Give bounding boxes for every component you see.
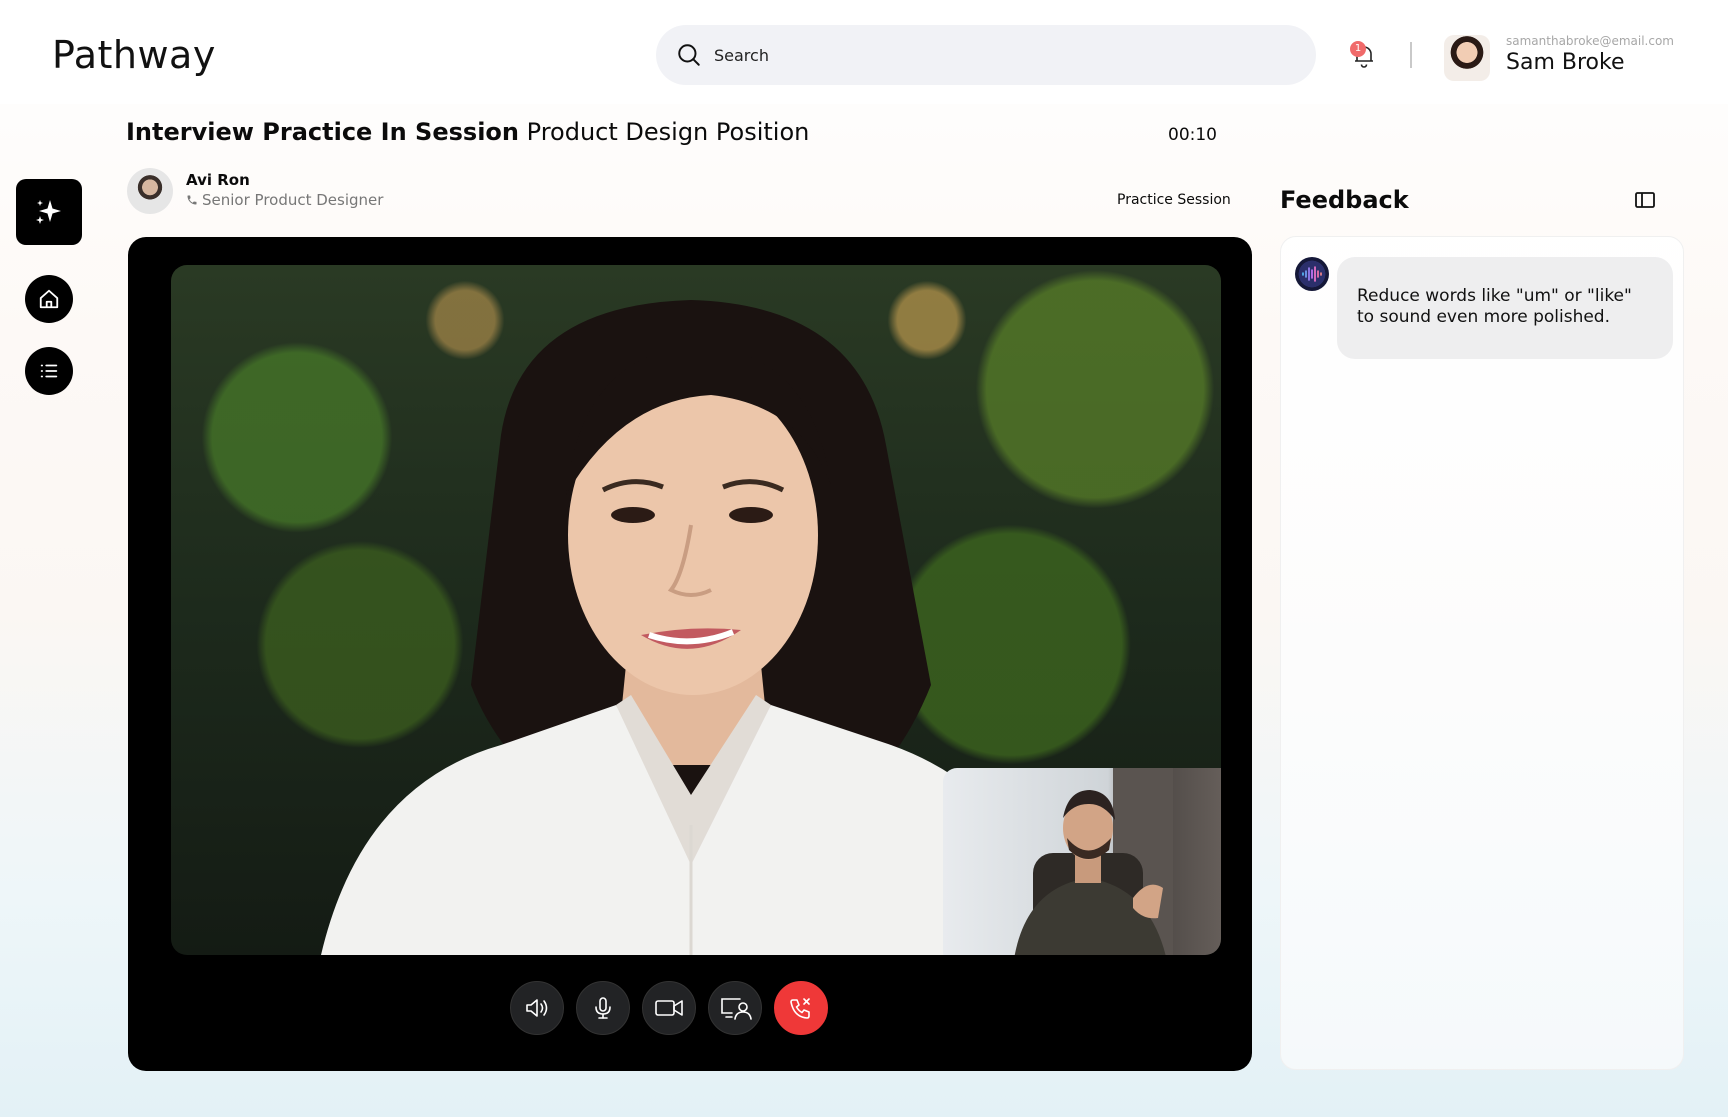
- user-name[interactable]: Sam Broke: [1506, 50, 1624, 75]
- screen-share-icon: [721, 998, 752, 1020]
- video-camera-icon: [655, 1000, 683, 1016]
- list-icon: [40, 364, 58, 378]
- list-nav-button[interactable]: [25, 347, 73, 395]
- sparkles-icon: [36, 200, 61, 224]
- search-bar[interactable]: [656, 25, 1316, 85]
- app-logo[interactable]: Pathway: [52, 33, 216, 77]
- end-call-icon: [790, 998, 810, 1019]
- session-timer: 00:10: [1168, 125, 1217, 145]
- interviewer-avatar: [127, 168, 173, 214]
- feedback-panel: Reduce words like "um" or "like" to soun…: [1280, 236, 1684, 1070]
- phone-icon: [187, 195, 197, 205]
- interviewer-name: Avi Ron: [186, 171, 250, 189]
- sidebar-toggle-icon[interactable]: [1634, 190, 1656, 210]
- session-type-label: Practice Session: [1117, 192, 1231, 208]
- search-icon: [678, 44, 700, 66]
- notification-badge: 1: [1350, 41, 1366, 57]
- main-video-feed: [171, 265, 1221, 955]
- interviewer-pip-video[interactable]: [943, 768, 1221, 955]
- interviewer-video-figure: [1014, 768, 1173, 955]
- header-divider: [1410, 42, 1412, 68]
- feedback-title: Feedback: [1280, 186, 1409, 214]
- home-icon: [39, 289, 59, 309]
- end-call-button[interactable]: [774, 981, 828, 1035]
- screen-share-button[interactable]: [708, 981, 762, 1035]
- microphone-button[interactable]: [576, 981, 630, 1035]
- ai-voice-avatar: [1295, 257, 1329, 291]
- sound-wave-icon: [1302, 266, 1322, 282]
- page-title-position: Product Design Position: [526, 118, 810, 146]
- microphone-icon: [595, 997, 611, 1019]
- user-avatar[interactable]: [1444, 35, 1490, 81]
- speaker-icon: [526, 999, 548, 1017]
- interviewer-role: Senior Product Designer: [202, 191, 384, 209]
- ai-assistant-button[interactable]: [16, 179, 82, 245]
- page-title-main: Interview Practice In Session: [126, 118, 519, 146]
- user-email: samanthabroke@email.com: [1506, 34, 1674, 48]
- search-input[interactable]: [714, 45, 1274, 65]
- speaker-button[interactable]: [510, 981, 564, 1035]
- top-header: Pathway 1 samanthabroke@email.com Sam Br…: [0, 0, 1728, 104]
- interviewer-role-row: Senior Product Designer: [186, 191, 383, 209]
- page-title: Interview Practice In Session Product De…: [126, 118, 809, 146]
- home-nav-button[interactable]: [25, 275, 73, 323]
- call-controls: [510, 981, 828, 1035]
- camera-button[interactable]: [642, 981, 696, 1035]
- feedback-message: Reduce words like "um" or "like" to soun…: [1337, 257, 1673, 359]
- video-call-stage: [128, 237, 1252, 1071]
